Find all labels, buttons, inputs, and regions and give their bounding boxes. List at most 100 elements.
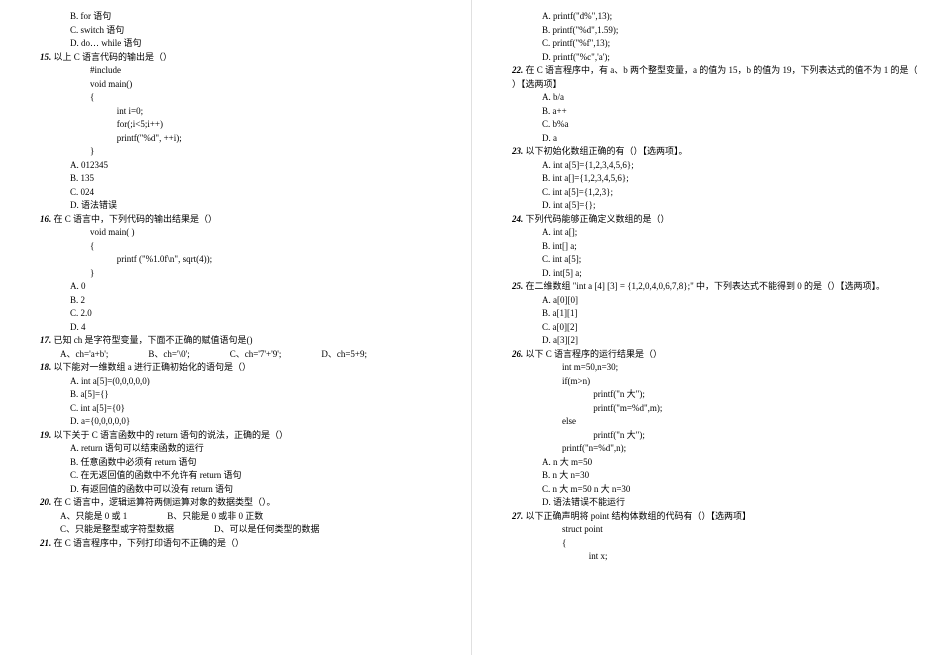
q22-opt-d: D. a (502, 132, 924, 146)
q26-title: 以下 C 语言程序的运行结果是（） (526, 349, 663, 359)
pre-opt-c: C. switch 语句 (30, 24, 451, 38)
q23-opt-b: B. int a[]={1,2,3,4,5,6}; (502, 172, 924, 186)
q15-code-2: { (30, 91, 451, 105)
q23-opt-d: D. int a[5]={}; (502, 199, 924, 213)
q20-opt-b: B、只能是 0 或非 0 正数 (167, 510, 263, 524)
q23-opt-a: A. int a[5]={1,2,3,4,5,6}; (502, 159, 924, 173)
q16: 16. 在 C 语言中，下列代码的输出结果是（） (30, 213, 451, 227)
q21: 21. 在 C 语言程序中，下列打印语句不正确的是（） (30, 537, 451, 551)
q22-title: 在 C 语言程序中，有 a、b 两个整型变量，a 的值为 15，b 的值为 19… (512, 65, 918, 89)
q15-code-3: int i=0; (30, 105, 451, 119)
q16-num: 16. (40, 214, 51, 224)
q16-code-2: printf ("%1.0f\n", sqrt(4)); (30, 253, 451, 267)
q18-opt-d: D. a={0,0,0,0,0} (30, 415, 451, 429)
q20-opt-d: D、可以是任何类型的数据 (214, 523, 320, 537)
q20: 20. 在 C 语言中，逻辑运算符两侧运算对象的数据类型（）。 (30, 496, 451, 510)
q25-num: 25. (512, 281, 523, 291)
page: B. for 语句 C. switch 语句 D. do… while 语句 1… (0, 0, 945, 655)
pre-opt-b: B. for 语句 (30, 10, 451, 24)
q15-num: 15. (40, 52, 51, 62)
q15-opt-c: C. 024 (30, 186, 451, 200)
q19-title: 以下关于 C 语言函数中的 return 语句的说法，正确的是（） (54, 430, 289, 440)
q22-opt-a: A. b/a (502, 91, 924, 105)
q18: 18. 以下能对一维数组 a 进行正确初始化的语句是（） (30, 361, 451, 375)
left-column: B. for 语句 C. switch 语句 D. do… while 语句 1… (0, 0, 472, 655)
q16-title: 在 C 语言中，下列代码的输出结果是（） (54, 214, 218, 224)
q26-code-3: printf("m=%d",m); (502, 402, 924, 416)
q15-code-1: void main() (30, 78, 451, 92)
q20-row2: C、只能是整型或字符型数据 D、可以是任何类型的数据 (30, 523, 451, 537)
r-pre-d: D. printf("%c",'a'); (502, 51, 924, 65)
pre-opt-d: D. do… while 语句 (30, 37, 451, 51)
q27-code-0: struct point (502, 523, 924, 537)
q26-code-5: printf("n 大"); (502, 429, 924, 443)
q19: 19. 以下关于 C 语言函数中的 return 语句的说法，正确的是（） (30, 429, 451, 443)
q26: 26. 以下 C 语言程序的运行结果是（） (502, 348, 924, 362)
q24-opt-b: B. int[] a; (502, 240, 924, 254)
q21-num: 21. (40, 538, 51, 548)
q15-opt-a: A. 012345 (30, 159, 451, 173)
q20-num: 20. (40, 497, 51, 507)
q27-title: 以下正确声明将 point 结构体数组的代码有（）【选两项】 (526, 511, 752, 521)
q16-code-1: { (30, 240, 451, 254)
q23-title: 以下初始化数组正确的有（）【选两项】。 (526, 146, 688, 156)
q17: 17. 已知 ch 是字符型变量，下面不正确的赋值语句是() (30, 334, 451, 348)
q17-num: 17. (40, 335, 51, 345)
q23-opt-c: C. int a[5]={1,2,3}; (502, 186, 924, 200)
q26-num: 26. (512, 349, 523, 359)
q18-opt-c: C. int a[5]={0} (30, 402, 451, 416)
q25-opt-b: B. a[1][1] (502, 307, 924, 321)
q25-opt-c: C. a[0][2] (502, 321, 924, 335)
q17-opt-c: C、ch='7'+'9'; (230, 348, 282, 362)
q17-opt-d: D、ch=5+9; (321, 348, 367, 362)
q24-title: 下列代码能够正确定义数组的是（） (526, 214, 670, 224)
q21-title: 在 C 语言程序中，下列打印语句不正确的是（） (54, 538, 245, 548)
q26-opt-d: D. 语法错误不能运行 (502, 496, 924, 510)
q20-opt-c: C、只能是整型或字符型数据 (60, 523, 174, 537)
q19-opt-d: D. 有返回值的函数中可以没有 return 语句 (30, 483, 451, 497)
q26-code-0: int m=50,n=30; (502, 361, 924, 375)
q27-code-1: { (502, 537, 924, 551)
q22: 22. 在 C 语言程序中，有 a、b 两个整型变量，a 的值为 15，b 的值… (502, 64, 924, 91)
q18-title: 以下能对一维数组 a 进行正确初始化的语句是（） (54, 362, 252, 372)
q25-opt-a: A. a[0][0] (502, 294, 924, 308)
q16-opt-a: A. 0 (30, 280, 451, 294)
q24-opt-c: C. int a[5]; (502, 253, 924, 267)
q23-num: 23. (512, 146, 523, 156)
q15-code-5: printf("%d", ++i); (30, 132, 451, 146)
q22-opt-b: B. a++ (502, 105, 924, 119)
q25-opt-d: D. a[3][2] (502, 334, 924, 348)
q17-title: 已知 ch 是字符型变量，下面不正确的赋值语句是() (54, 335, 253, 345)
q26-code-2: printf("n 大"); (502, 388, 924, 402)
q18-opt-b: B. a[5]={} (30, 388, 451, 402)
q20-row1: A、只能是 0 或 1 B、只能是 0 或非 0 正数 (30, 510, 451, 524)
q15-code-6: } (30, 145, 451, 159)
q26-opt-b: B. n 大 n=30 (502, 469, 924, 483)
q25-title: 在二维数组 "int a [4] [3] = {1,2,0,4,0,6,7,8}… (526, 281, 886, 291)
q19-num: 19. (40, 430, 51, 440)
q15: 15. 以上 C 语言代码的输出是（） (30, 51, 451, 65)
q17-opt-b: B、ch='\0'; (148, 348, 189, 362)
q24: 24. 下列代码能够正确定义数组的是（） (502, 213, 924, 227)
q17-opts: A、ch='a+b'; B、ch='\0'; C、ch='7'+'9'; D、c… (30, 348, 451, 362)
q18-opt-a: A. int a[5]=(0,0,0,0,0) (30, 375, 451, 389)
r-pre-b: B. printf("%d",1.59); (502, 24, 924, 38)
q26-code-4: else (502, 415, 924, 429)
q27-num: 27. (512, 511, 523, 521)
q15-opt-b: B. 135 (30, 172, 451, 186)
q16-opt-b: B. 2 (30, 294, 451, 308)
q24-opt-d: D. int[5] a; (502, 267, 924, 281)
q26-code-1: if(m>n) (502, 375, 924, 389)
r-pre-c: C. printf("%f",13); (502, 37, 924, 51)
right-column: A. printf("d%",13); B. printf("%d",1.59)… (472, 0, 944, 655)
q15-code-4: for(;i<5;i++) (30, 118, 451, 132)
q22-num: 22. (512, 65, 523, 75)
q22-opt-c: C. b%a (502, 118, 924, 132)
q19-opt-b: B. 任意函数中必须有 return 语句 (30, 456, 451, 470)
q20-title: 在 C 语言中，逻辑运算符两侧运算对象的数据类型（）。 (54, 497, 276, 507)
q24-opt-a: A. int a[]; (502, 226, 924, 240)
q26-opt-c: C. n 大 m=50 n 大 n=30 (502, 483, 924, 497)
q16-opt-c: C. 2.0 (30, 307, 451, 321)
q16-opt-d: D. 4 (30, 321, 451, 335)
q17-opt-a: A、ch='a+b'; (60, 348, 108, 362)
